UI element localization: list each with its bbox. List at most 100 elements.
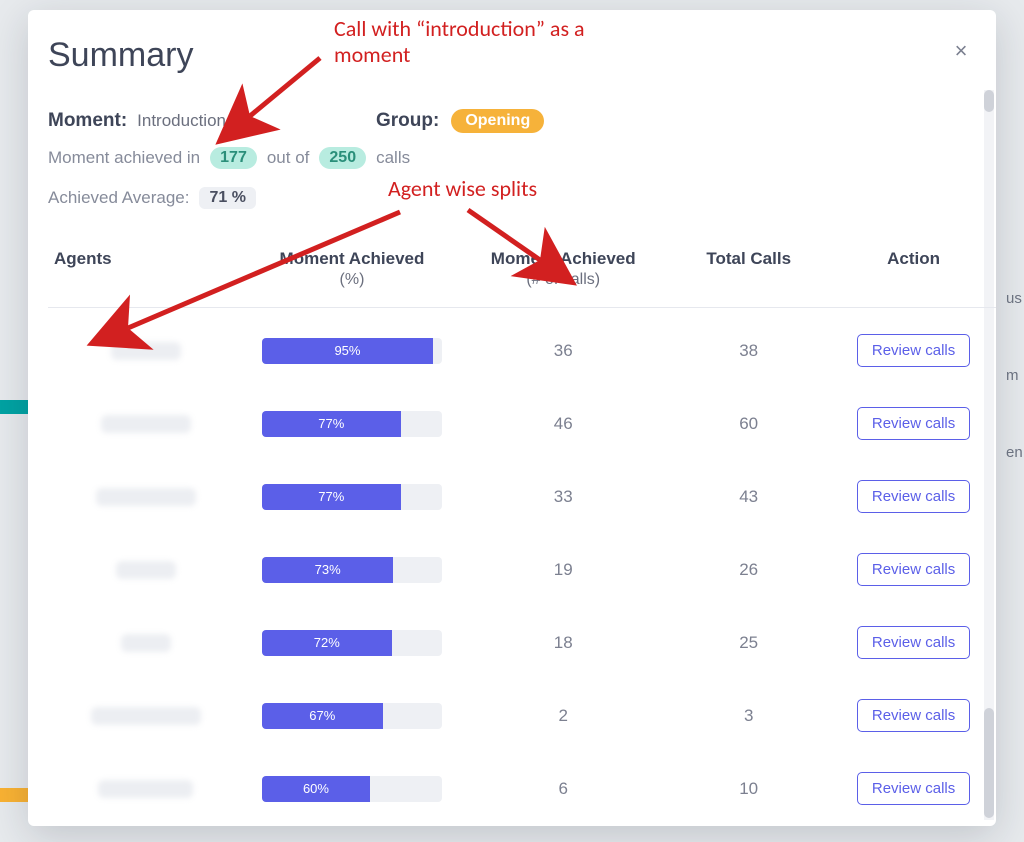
col-num-sub: (# of calls) [466, 271, 660, 289]
achieved-summary-row: Moment achieved in 177 out of 250 calls [48, 147, 996, 169]
progress-bar: 77% [262, 411, 442, 437]
achieved-average-row: Achieved Average: 71 % [48, 187, 996, 209]
pct-cell: 73% [244, 533, 460, 606]
achieved-count-cell: 6 [460, 752, 666, 825]
total-calls-cell: 3 [666, 679, 831, 752]
col-pct-label: Moment Achieved [280, 249, 425, 268]
achieved-count-cell: 46 [460, 387, 666, 460]
achieved-count-badge: 177 [210, 147, 257, 169]
summary-modal: × Summary Moment: Introduction Group: Op… [28, 10, 996, 826]
progress-bar-fill: 72% [262, 630, 392, 656]
review-calls-button[interactable]: Review calls [857, 626, 970, 659]
col-pct-sub: (%) [250, 271, 454, 289]
progress-bar-fill: 77% [262, 411, 401, 437]
agent-name-cell [48, 308, 244, 388]
agent-name-redacted [98, 780, 193, 798]
background-accent-teal [0, 400, 28, 414]
agent-name-redacted [111, 342, 181, 360]
achieved-count-cell: 33 [460, 460, 666, 533]
total-calls-cell: 60 [666, 387, 831, 460]
achieved-count-cell: 18 [460, 606, 666, 679]
table-row: 77% 4660 Review calls [48, 387, 996, 460]
achieved-count-cell: 19 [460, 533, 666, 606]
progress-bar-fill: 73% [262, 557, 393, 583]
pct-cell: 95% [244, 308, 460, 388]
background-accent-yellow [0, 788, 28, 802]
progress-bar-fill: 95% [262, 338, 433, 364]
col-num-label: Moment Achieved [491, 249, 636, 268]
achieved-prefix: Moment achieved in [48, 148, 200, 168]
achieved-suffix: calls [376, 148, 410, 168]
progress-bar-fill: 67% [262, 703, 383, 729]
total-calls-cell: 43 [666, 460, 831, 533]
agent-name-redacted [91, 707, 201, 725]
progress-bar: 60% [262, 776, 442, 802]
group-label: Group: [376, 110, 439, 132]
progress-bar: 67% [262, 703, 442, 729]
total-calls-cell: 10 [666, 752, 831, 825]
agent-name-redacted [96, 488, 196, 506]
total-calls-cell: 38 [666, 308, 831, 388]
review-calls-button[interactable]: Review calls [857, 772, 970, 805]
pct-cell: 77% [244, 387, 460, 460]
pct-cell: 67% [244, 679, 460, 752]
pct-cell: 60% [244, 752, 460, 825]
review-calls-button[interactable]: Review calls [857, 553, 970, 586]
group-badge: Opening [451, 109, 544, 133]
background-page-fragment: usmen [1006, 290, 1024, 461]
action-cell: Review calls [831, 460, 996, 533]
action-cell: Review calls [831, 679, 996, 752]
agent-name-cell [48, 606, 244, 679]
pct-cell: 72% [244, 606, 460, 679]
table-row: 77% 3343 Review calls [48, 460, 996, 533]
action-cell: Review calls [831, 533, 996, 606]
moment-group-row: Moment: Introduction Group: Opening [48, 109, 996, 133]
progress-bar: 95% [262, 338, 442, 364]
progress-bar-fill: 60% [262, 776, 370, 802]
action-cell: Review calls [831, 752, 996, 825]
table-row: 73% 1926 Review calls [48, 533, 996, 606]
close-button[interactable]: × [948, 38, 974, 64]
achieved-count-cell: 36 [460, 308, 666, 388]
review-calls-button[interactable]: Review calls [857, 407, 970, 440]
progress-bar: 73% [262, 557, 442, 583]
review-calls-button[interactable]: Review calls [857, 480, 970, 513]
table-row: 72% 1825 Review calls [48, 606, 996, 679]
agent-name-cell [48, 752, 244, 825]
agent-name-redacted [116, 561, 176, 579]
agent-name-cell [48, 387, 244, 460]
col-pct: Moment Achieved (%) [244, 239, 460, 308]
total-calls-cell: 25 [666, 606, 831, 679]
review-calls-button[interactable]: Review calls [857, 699, 970, 732]
col-action: Action [831, 239, 996, 308]
avg-value-badge: 71 % [199, 187, 255, 209]
col-total: Total Calls [666, 239, 831, 308]
agent-name-cell [48, 679, 244, 752]
table-row: 67% 23 Review calls [48, 679, 996, 752]
agent-name-cell [48, 460, 244, 533]
action-cell: Review calls [831, 308, 996, 388]
moment-value: Introduction [137, 111, 226, 131]
agent-name-cell [48, 533, 244, 606]
progress-bar: 72% [262, 630, 442, 656]
moment-label: Moment: [48, 110, 127, 132]
achieved-mid: out of [267, 148, 310, 168]
pct-cell: 77% [244, 460, 460, 533]
action-cell: Review calls [831, 387, 996, 460]
total-calls-cell: 26 [666, 533, 831, 606]
avg-label: Achieved Average: [48, 188, 189, 208]
agent-name-redacted [101, 415, 191, 433]
review-calls-button[interactable]: Review calls [857, 334, 970, 367]
col-agents: Agents [48, 239, 244, 308]
page-title: Summary [48, 36, 996, 75]
table-header-row: Agents Moment Achieved (%) Moment Achiev… [48, 239, 996, 308]
table-row: 60% 610 Review calls [48, 752, 996, 825]
col-num: Moment Achieved (# of calls) [460, 239, 666, 308]
modal-scroll-area: × Summary Moment: Introduction Group: Op… [28, 10, 996, 826]
action-cell: Review calls [831, 606, 996, 679]
achieved-total-badge: 250 [319, 147, 366, 169]
achieved-count-cell: 2 [460, 679, 666, 752]
progress-bar-fill: 77% [262, 484, 401, 510]
close-icon: × [955, 38, 968, 63]
progress-bar: 77% [262, 484, 442, 510]
